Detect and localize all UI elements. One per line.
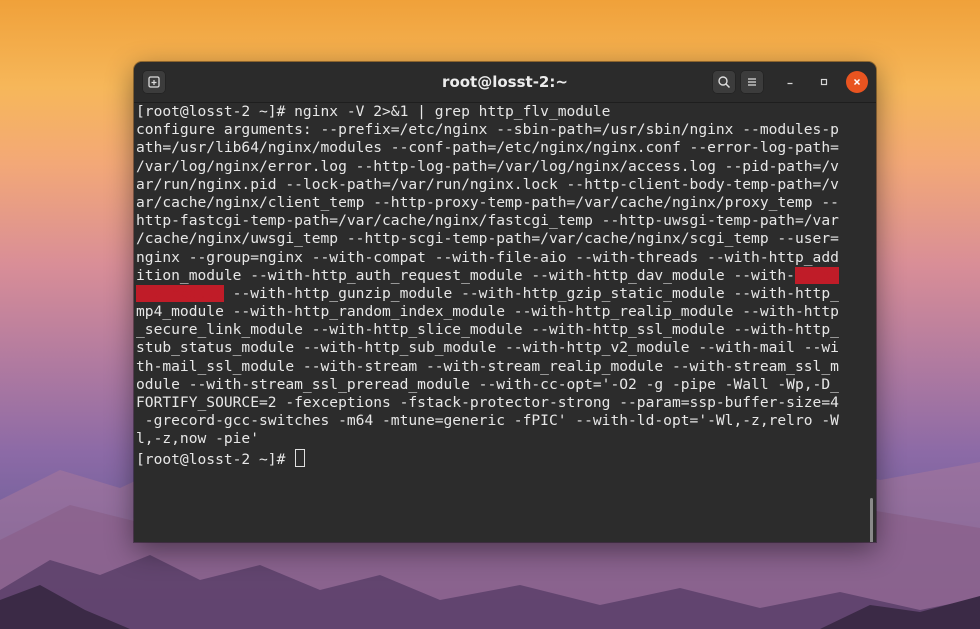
terminal-window: root@losst-2:~ [root@losst-2 ~]# nginx -… [134, 62, 876, 542]
terminal-line: ath=/usr/lib64/nginx/modules --conf-path… [136, 139, 839, 157]
grep-match-highlight: flv_module [136, 284, 224, 302]
terminal-text: --with-http_gunzip_module --with-http_gz… [223, 284, 839, 302]
titlebar: root@losst-2:~ [134, 62, 876, 103]
window-title: root@losst-2:~ [442, 73, 568, 91]
terminal-line: stub_status_module --with-http_sub_modul… [136, 339, 839, 357]
menu-button[interactable] [740, 70, 764, 94]
new-tab-button[interactable] [142, 70, 166, 94]
text-cursor [295, 448, 306, 467]
new-tab-icon [148, 76, 160, 88]
terminal-line: /cache/nginx/uwsgi_temp --http-scgi-temp… [136, 230, 839, 248]
shell-prompt: [root@losst-2 ~]# [136, 450, 295, 468]
grep-match-highlight: http_ [794, 266, 839, 284]
close-icon [853, 78, 861, 86]
terminal-line: /var/log/nginx/error.log --http-log-path… [136, 157, 839, 175]
terminal-line: nginx --group=nginx --with-compat --with… [136, 248, 839, 266]
terminal-line: ar/cache/nginx/client_temp --http-proxy-… [136, 193, 839, 211]
minimize-button[interactable] [779, 71, 801, 93]
minimize-icon [787, 82, 793, 85]
terminal-line: FORTIFY_SOURCE=2 -fexceptions -fstack-pr… [136, 394, 839, 411]
terminal-line: -grecord-gcc-switches -m64 -mtune=generi… [136, 412, 839, 430]
terminal-line: l,-z,now -pie' [136, 430, 260, 448]
terminal-line: mp4_module --with-http_random_index_modu… [136, 303, 839, 321]
close-button[interactable] [846, 71, 868, 93]
search-icon [718, 76, 731, 89]
maximize-icon [820, 78, 828, 86]
terminal-line: [root@losst-2 ~]# nginx -V 2>&1 | grep h… [136, 103, 611, 120]
terminal-line: _secure_link_module --with-http_slice_mo… [136, 321, 839, 339]
terminal-output[interactable]: [root@losst-2 ~]# nginx -V 2>&1 | grep h… [134, 103, 876, 542]
terminal-line: odule --with-stream_ssl_preread_module -… [136, 375, 839, 393]
terminal-line: http-fastcgi-temp-path=/var/cache/nginx/… [136, 212, 839, 230]
terminal-line: ar/run/nginx.pid --lock-path=/var/run/ng… [136, 175, 839, 193]
scrollbar[interactable] [870, 498, 873, 542]
terminal-text: ition_module --with-http_auth_request_mo… [136, 266, 795, 284]
terminal-line: th-mail_ssl_module --with-stream --with-… [136, 357, 839, 375]
maximize-button[interactable] [813, 71, 835, 93]
terminal-line-with-match: flv_module --with-http_gunzip_module --w… [136, 284, 876, 303]
terminal-line-with-match: ition_module --with-http_auth_request_mo… [136, 266, 876, 285]
prompt-line[interactable]: [root@losst-2 ~]# [136, 448, 876, 468]
terminal-line: configure arguments: --prefix=/etc/nginx… [136, 121, 839, 139]
search-button[interactable] [712, 70, 736, 94]
hamburger-menu-icon [748, 78, 756, 86]
